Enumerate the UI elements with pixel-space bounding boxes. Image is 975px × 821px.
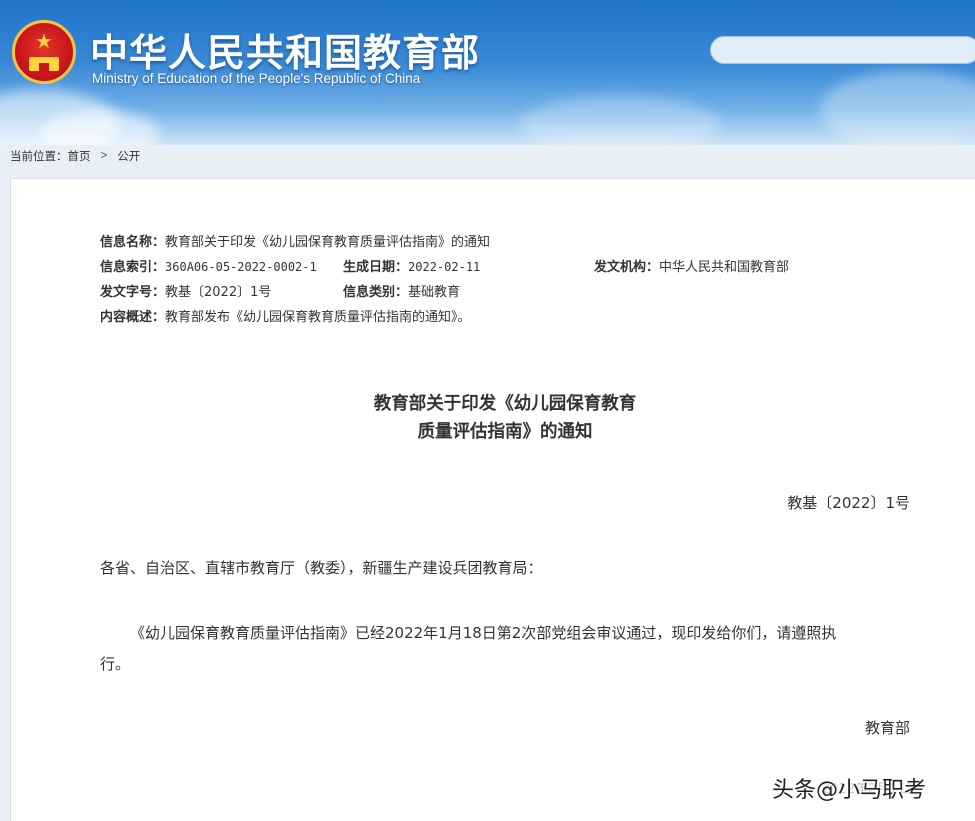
meta-doc-no-key: 发文字号： <box>100 285 166 300</box>
search-input[interactable] <box>710 36 975 64</box>
document-body-line1: 《幼儿园保育教育质量评估指南》已经2022年1月18日第2次部党组会审议通过，现… <box>130 624 837 642</box>
chevron-right-icon: > <box>100 150 108 162</box>
meta-index-value: 360A06-05-2022-0002-1 <box>165 260 317 274</box>
breadcrumb-current-link[interactable]: 公开 <box>117 151 140 163</box>
meta-row-doc-no: 发文字号：教基〔2022〕1号 <box>100 281 271 300</box>
meta-date-key: 生成日期： <box>343 260 409 275</box>
meta-date-value: 2022-02-11 <box>408 260 481 274</box>
meta-name-value: 教育部关于印发《幼儿园保育教育质量评估指南》的通知 <box>165 235 491 250</box>
site-header: ★ 中华人民共和国教育部 Ministry of Education of th… <box>0 0 975 145</box>
meta-row-issuer: 发文机构：中华人民共和国教育部 <box>594 256 789 275</box>
meta-category-value: 基础教育 <box>408 285 461 300</box>
breadcrumb-label: 当前位置： <box>10 151 68 163</box>
meta-name-key: 信息名称： <box>100 235 166 250</box>
meta-row-index: 信息索引：360A06-05-2022-0002-1 <box>100 256 317 275</box>
meta-index-key: 信息索引： <box>100 260 166 275</box>
document-salutation: 各省、自治区、直辖市教育厅（教委），新疆生产建设兵团教育局： <box>100 559 543 577</box>
meta-row-category: 信息类别：基础教育 <box>343 281 460 300</box>
meta-category-key: 信息类别： <box>343 285 409 300</box>
document-signature: 教育部 <box>864 719 910 737</box>
meta-row-date: 生成日期：2022-02-11 <box>343 256 480 275</box>
breadcrumb: 当前位置：首页 > 公开 <box>10 148 140 164</box>
breadcrumb-home-link[interactable]: 首页 <box>68 151 91 163</box>
meta-issuer-key: 发文机构： <box>594 260 660 275</box>
national-emblem-icon[interactable]: ★ <box>12 20 76 84</box>
meta-row-summary: 内容概述：教育部发布《幼儿园保育教育质量评估指南的通知》。 <box>100 306 471 325</box>
document-number: 教基〔2022〕1号 <box>787 494 910 512</box>
document-title-line1: 教育部关于印发《幼儿园保育教育 <box>373 394 637 414</box>
site-title[interactable]: 中华人民共和国教育部 <box>90 22 480 77</box>
document-body-line2: 行。 <box>100 655 131 673</box>
meta-doc-no-value: 教基〔2022〕1号 <box>165 285 272 300</box>
meta-summary-key: 内容概述： <box>100 310 166 325</box>
document-title: 教育部关于印发《幼儿园保育教育 质量评估指南》的通知 <box>0 390 975 446</box>
meta-row-name: 信息名称：教育部关于印发《幼儿园保育教育质量评估指南》的通知 <box>100 231 490 250</box>
document-title-line2: 质量评估指南》的通知 <box>417 422 593 442</box>
site-subtitle: Ministry of Education of the People's Re… <box>92 71 421 86</box>
meta-issuer-value: 中华人民共和国教育部 <box>659 260 790 275</box>
watermark-text: 头条@小马职考 <box>772 778 927 803</box>
meta-summary-value: 教育部发布《幼儿园保育教育质量评估指南的通知》。 <box>165 310 471 325</box>
